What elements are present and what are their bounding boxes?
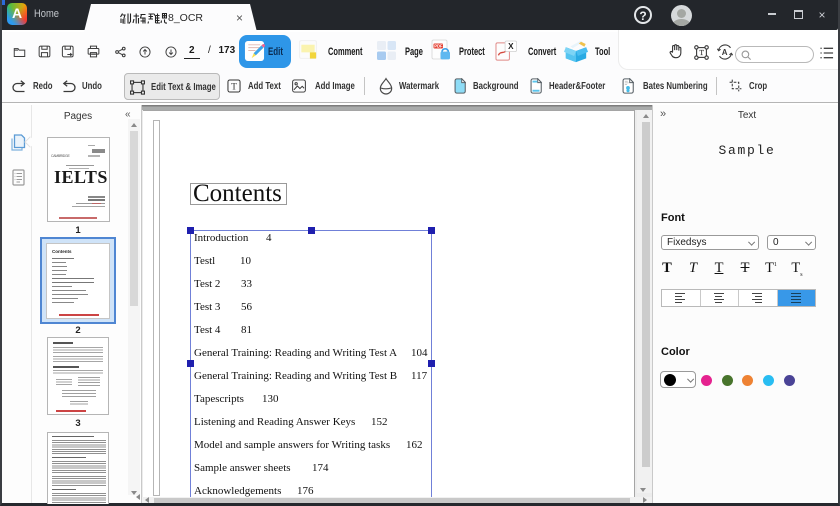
svg-text:PDF: PDF (434, 44, 443, 49)
svg-text:A: A (722, 48, 728, 57)
svg-text:X: X (508, 42, 514, 51)
svg-text:T: T (700, 49, 705, 57)
svg-text:T: T (231, 82, 237, 93)
